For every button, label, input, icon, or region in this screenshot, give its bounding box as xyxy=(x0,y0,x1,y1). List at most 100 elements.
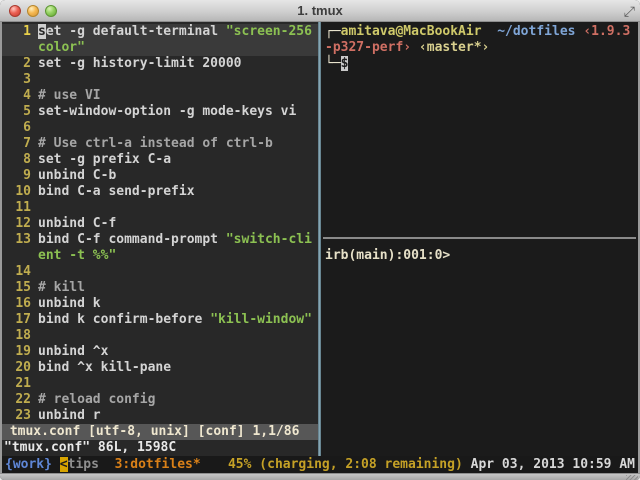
editor-row: 7 # Use ctrl-a instead of ctrl-b xyxy=(2,136,318,152)
code-line: bind k confirm-before "kill-window" xyxy=(38,312,312,328)
line-number: 9 xyxy=(23,168,31,183)
editor-row: 9 unbind C-b xyxy=(2,168,318,184)
shell-segment: $ xyxy=(340,56,349,71)
editor-row: 18 xyxy=(2,328,318,344)
status-left-segment: tips xyxy=(67,457,99,472)
shell-segment: ┌─ xyxy=(325,24,341,39)
fullscreen-icon[interactable]: ⤢ xyxy=(624,1,635,23)
code-segment: "kill-window" xyxy=(210,312,312,327)
status-left[interactable]: {work} <tips 3:dotfiles* xyxy=(5,456,201,473)
shell-line: ┌─amitava@MacBookAir ~/dotfiles ‹1.9.3 xyxy=(321,24,638,40)
terminal-window: 1. tmux ⤢ 1 set -g default-terminal "scre… xyxy=(0,0,640,480)
tmux-status-bar: {work} <tips 3:dotfiles* 45% (charging, … xyxy=(2,456,638,473)
status-left-segment: < xyxy=(59,457,68,472)
title-bar[interactable]: 1. tmux ⤢ xyxy=(0,0,640,22)
editor-row: color" xyxy=(2,40,318,56)
window-bottom-frame xyxy=(0,473,640,480)
shell-segment: ~/dotfiles xyxy=(497,24,576,39)
code-segment: bind C-f command-prompt xyxy=(38,232,226,247)
editor-row: 16 unbind k xyxy=(2,296,318,312)
line-number: 11 xyxy=(15,200,31,215)
code-line: bind ^x kill-pane xyxy=(38,360,171,376)
line-number: 19 xyxy=(15,344,31,359)
line-number: 17 xyxy=(15,312,31,327)
editor-row: 15 # kill xyxy=(2,280,318,296)
window-title: 1. tmux xyxy=(297,3,343,18)
code-line: color" xyxy=(38,40,85,56)
line-number: 18 xyxy=(15,328,31,343)
code-line: unbind C-b xyxy=(38,168,116,184)
code-line: set-window-option -g mode-keys vi xyxy=(38,104,296,120)
right-panes: ┌─amitava@MacBookAir ~/dotfiles ‹1.9.3 -p… xyxy=(321,22,638,456)
shell-segment: ‹1.9.3 xyxy=(583,24,631,39)
code-segment: s xyxy=(38,24,46,39)
editor-row: 1 set -g default-terminal "screen-256 xyxy=(2,24,318,40)
code-segment: set-window-option -g mode-keys vi xyxy=(38,104,297,119)
shell-segment: -p327-perf› xyxy=(325,40,412,55)
line-number: 12 xyxy=(15,216,31,231)
code-segment: color" xyxy=(38,40,85,55)
editor-row: 5 set-window-option -g mode-keys vi xyxy=(2,104,318,120)
code-line: set -g default-terminal "screen-256 xyxy=(38,24,312,40)
code-segment: # Use ctrl-a instead of ctrl-b xyxy=(38,136,273,151)
code-segment: unbind C-f xyxy=(38,216,117,231)
line-number: 5 xyxy=(23,104,31,119)
code-line: ent -t %%" xyxy=(38,248,116,264)
line-number xyxy=(2,40,31,56)
line-number: 1 xyxy=(23,24,31,39)
line-number: 4 xyxy=(23,88,31,103)
status-left-segment: 3:dotfiles* xyxy=(114,457,201,472)
irb-line: irb(main):001:0> xyxy=(321,248,638,264)
vim-message-line: "tmux.conf" 86L, 1598C xyxy=(2,440,318,456)
line-number: 23 xyxy=(15,408,31,423)
line-number xyxy=(2,248,31,264)
code-segment: bind ^x kill-pane xyxy=(38,360,172,375)
code-segment: ent -t %%" xyxy=(38,248,117,263)
editor-row: 22 # reload config xyxy=(2,392,318,408)
line-number: 2 xyxy=(23,56,31,71)
line-number: 14 xyxy=(15,264,31,279)
line-number: 20 xyxy=(15,360,31,375)
code-line: unbind k xyxy=(38,296,101,312)
editor-row: 21 xyxy=(2,376,318,392)
editor-row: 17 bind k confirm-before "kill-window" xyxy=(2,312,318,328)
status-right: 45% (charging, 2:08 remaining) Apr 03, 2… xyxy=(228,456,635,473)
code-segment: unbind C-b xyxy=(38,168,117,183)
editor-row: 4 # use VI xyxy=(2,88,318,104)
vim-statusline: tmux.conf [utf-8, unix] [conf] 1,1/86 xyxy=(2,424,318,440)
status-left-segment: {work} xyxy=(5,457,60,472)
line-number: 6 xyxy=(23,120,31,135)
code-segment: # use VI xyxy=(38,88,101,103)
line-number: 7 xyxy=(23,136,31,151)
code-segment: unbind r xyxy=(38,408,101,423)
code-segment: et -g default-terminal xyxy=(45,24,226,39)
terminal-content: 1 set -g default-terminal "screen-256 colo… xyxy=(0,22,640,473)
code-segment: bind k confirm-before xyxy=(38,312,211,327)
shell-segment xyxy=(411,40,419,55)
code-line: unbind ^x xyxy=(38,344,108,360)
line-number: 22 xyxy=(15,392,31,407)
pane-divider-horizontal[interactable] xyxy=(323,237,636,239)
shell-line: -p327-perf› ‹master*› xyxy=(321,40,638,56)
shell-pane[interactable]: ┌─amitava@MacBookAir ~/dotfiles ‹1.9.3 -p… xyxy=(321,24,638,72)
code-line: # use VI xyxy=(38,88,101,104)
line-number: 15 xyxy=(15,280,31,295)
resize-grip[interactable] xyxy=(626,475,638,480)
shell-segment: └─ xyxy=(325,56,341,71)
editor-rows: 1 set -g default-terminal "screen-256 colo… xyxy=(2,24,318,424)
editor-row: 12 unbind C-f xyxy=(2,216,318,232)
code-segment: unbind ^x xyxy=(38,344,109,359)
code-line: unbind C-f xyxy=(38,216,116,232)
editor-row: 6 xyxy=(2,120,318,136)
code-line: bind C-a send-prefix xyxy=(38,184,195,200)
irb-segment: irb(main):001:0> xyxy=(325,248,451,263)
line-number: 10 xyxy=(15,184,31,199)
vim-pane[interactable]: 1 set -g default-terminal "screen-256 colo… xyxy=(2,22,318,456)
code-segment: "screen-256 xyxy=(225,24,312,39)
editor-row: 13 bind C-f command-prompt "switch-cli xyxy=(2,232,318,248)
irb-pane[interactable]: irb(main):001:0> xyxy=(321,248,638,264)
code-line: unbind r xyxy=(38,408,101,424)
shell-segment: amitava@MacBookAir xyxy=(340,24,482,39)
shell-segment: ‹master*› xyxy=(418,40,490,55)
shell-line: └─$ xyxy=(321,56,638,72)
